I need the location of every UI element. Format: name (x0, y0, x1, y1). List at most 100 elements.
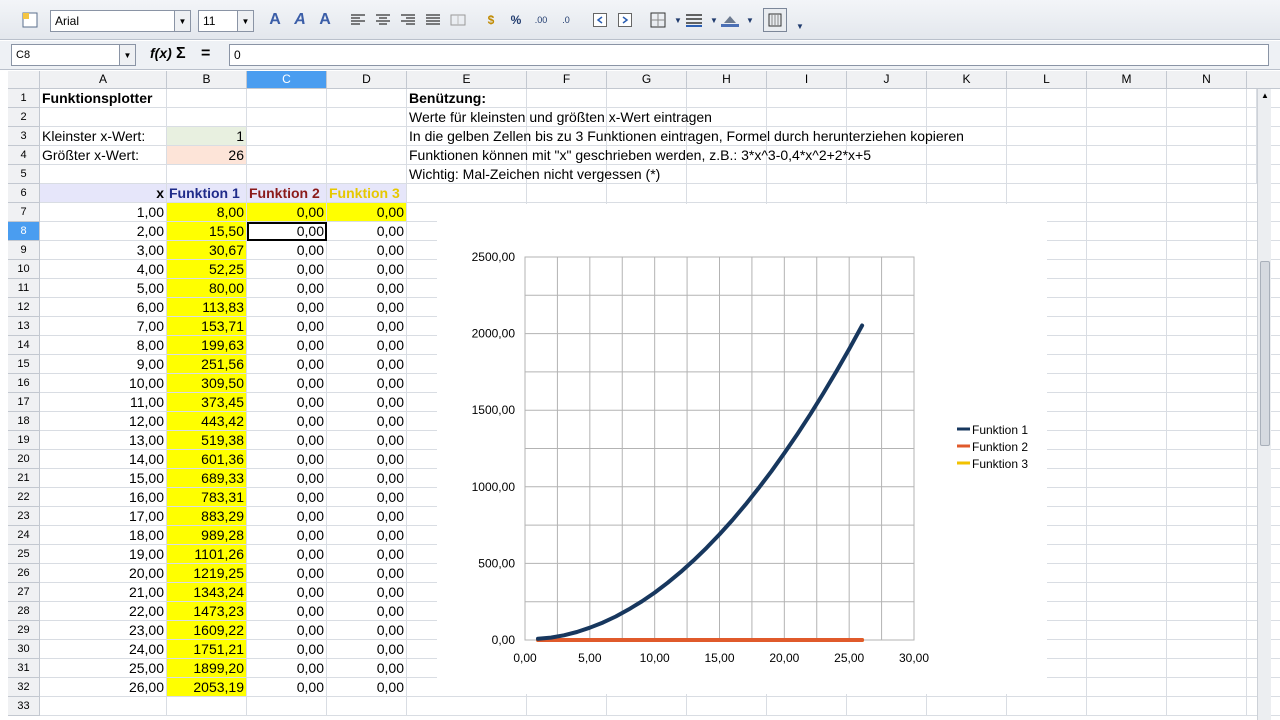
row-header-29[interactable]: 29 (8, 621, 40, 640)
grid-cell[interactable] (1167, 564, 1247, 583)
grid-cell[interactable] (1167, 431, 1247, 450)
formula-input[interactable]: 0 (229, 44, 1269, 66)
grid-cell[interactable] (1087, 298, 1167, 317)
funktion-2-cell[interactable]: 0,00 (247, 355, 327, 374)
font-size-combo[interactable]: 11 ▼ (198, 10, 254, 32)
funktion-1-cell[interactable]: 8,00 (167, 203, 247, 222)
funktion-1-cell[interactable]: 373,45 (167, 393, 247, 412)
column-header-j[interactable]: J (847, 71, 927, 89)
funktion-2-cell[interactable]: 0,00 (247, 469, 327, 488)
row-header-17[interactable]: 17 (8, 393, 40, 412)
grid-cell[interactable] (1087, 241, 1167, 260)
max-value-cell[interactable]: 26 (167, 146, 247, 165)
merge-icon[interactable] (448, 10, 468, 30)
grid-cell[interactable] (247, 697, 327, 716)
grid-cell[interactable] (1167, 260, 1247, 279)
x-value-cell[interactable]: 26,00 (40, 678, 167, 697)
funktion-2-cell[interactable]: 0,00 (247, 412, 327, 431)
header-funktion-3[interactable]: Funktion 3 (327, 184, 407, 203)
funktion-3-cell[interactable]: 0,00 (327, 469, 407, 488)
grid-cell[interactable] (1087, 507, 1167, 526)
funktion-1-cell[interactable]: 883,29 (167, 507, 247, 526)
funktion-3-cell[interactable]: 0,00 (327, 545, 407, 564)
x-value-cell[interactable]: 19,00 (40, 545, 167, 564)
grid-cell[interactable] (1087, 545, 1167, 564)
row-header-25[interactable]: 25 (8, 545, 40, 564)
decimal-add-icon[interactable]: .00 (531, 10, 551, 30)
column-header-e[interactable]: E (407, 71, 527, 89)
grid-cell[interactable] (847, 697, 927, 716)
funktion-3-cell[interactable]: 0,00 (327, 526, 407, 545)
justify-icon[interactable] (423, 10, 443, 30)
funktion-1-cell[interactable]: 1219,25 (167, 564, 247, 583)
funktion-1-cell[interactable]: 601,36 (167, 450, 247, 469)
funktion-3-cell[interactable]: 0,00 (327, 393, 407, 412)
grid-cell[interactable] (247, 165, 327, 184)
funktion-1-cell[interactable]: 153,71 (167, 317, 247, 336)
font-effect-a-icon[interactable]: A (265, 10, 285, 30)
grid-cell[interactable] (1087, 317, 1167, 336)
x-value-cell[interactable]: 24,00 (40, 640, 167, 659)
x-value-cell[interactable]: 21,00 (40, 583, 167, 602)
currency-icon[interactable]: $ (481, 10, 501, 30)
row-header-28[interactable]: 28 (8, 602, 40, 621)
row-header-12[interactable]: 12 (8, 298, 40, 317)
function-chart[interactable]: 0,00 5,00 10,00 15,00 20,00 25,00 30,00 0,00 500… (437, 204, 1047, 694)
funktion-3-cell[interactable]: 0,00 (327, 412, 407, 431)
x-value-cell[interactable]: 20,00 (40, 564, 167, 583)
grid-cell[interactable] (1167, 355, 1247, 374)
grid-cell[interactable] (607, 184, 687, 203)
x-value-cell[interactable]: 13,00 (40, 431, 167, 450)
grid-cell[interactable] (1167, 279, 1247, 298)
row-header-11[interactable]: 11 (8, 279, 40, 298)
funktion-1-cell[interactable]: 783,31 (167, 488, 247, 507)
chevron-down-icon[interactable]: ▼ (119, 45, 135, 65)
funktion-2-cell[interactable]: 0,00 (247, 564, 327, 583)
toggle-icon[interactable] (763, 8, 787, 32)
usage-line-4[interactable]: Wichtig: Mal-Zeichen nicht vergessen (*) (407, 165, 1257, 184)
row-header-3[interactable]: 3 (8, 127, 40, 146)
funktion-3-cell[interactable]: 0,00 (327, 355, 407, 374)
funktion-2-cell[interactable]: 0,00 (247, 336, 327, 355)
grid-cell[interactable] (1007, 697, 1087, 716)
grid-cell[interactable] (1167, 488, 1247, 507)
scroll-up-icon[interactable]: ▲ (1261, 91, 1269, 100)
funktion-1-cell[interactable]: 52,25 (167, 260, 247, 279)
row-header-2[interactable]: 2 (8, 108, 40, 127)
column-header-c[interactable]: C (247, 71, 327, 89)
chevron-down-icon[interactable]: ▼ (790, 16, 810, 36)
row-header-1[interactable]: 1 (8, 89, 40, 108)
funktion-1-cell[interactable]: 1343,24 (167, 583, 247, 602)
min-label[interactable]: Kleinster x-Wert: (40, 127, 167, 146)
funktion-1-cell[interactable]: 80,00 (167, 279, 247, 298)
grid-cell[interactable] (1087, 526, 1167, 545)
grid-cell[interactable] (1167, 602, 1247, 621)
funktion-1-cell[interactable]: 309,50 (167, 374, 247, 393)
grid-cell[interactable] (1087, 355, 1167, 374)
x-value-cell[interactable]: 6,00 (40, 298, 167, 317)
grid-cell[interactable] (1167, 336, 1247, 355)
grid-cell[interactable] (1087, 412, 1167, 431)
row-header-15[interactable]: 15 (8, 355, 40, 374)
row-header-6[interactable]: 6 (8, 184, 40, 203)
funktion-2-cell[interactable]: 0,00 (247, 374, 327, 393)
sum-icon[interactable]: Σ (176, 45, 186, 63)
funktion-1-cell[interactable]: 689,33 (167, 469, 247, 488)
column-header-l[interactable]: L (1007, 71, 1087, 89)
grid-cell[interactable] (767, 184, 847, 203)
row-header-19[interactable]: 19 (8, 431, 40, 450)
row-header-7[interactable]: 7 (8, 203, 40, 222)
row-header-4[interactable]: 4 (8, 146, 40, 165)
align-center-icon[interactable] (373, 10, 393, 30)
grid-cell[interactable] (1087, 222, 1167, 241)
funktion-3-cell[interactable]: 0,00 (327, 298, 407, 317)
grid-cell[interactable] (247, 108, 327, 127)
row-header-21[interactable]: 21 (8, 469, 40, 488)
funktion-3-cell[interactable]: 0,00 (327, 507, 407, 526)
grid-cell[interactable] (1167, 526, 1247, 545)
grid-cell[interactable] (1167, 469, 1247, 488)
funktion-1-cell[interactable]: 30,67 (167, 241, 247, 260)
funktion-1-cell[interactable]: 251,56 (167, 355, 247, 374)
grid-cell[interactable] (1167, 241, 1247, 260)
grid-cell[interactable] (1167, 621, 1247, 640)
